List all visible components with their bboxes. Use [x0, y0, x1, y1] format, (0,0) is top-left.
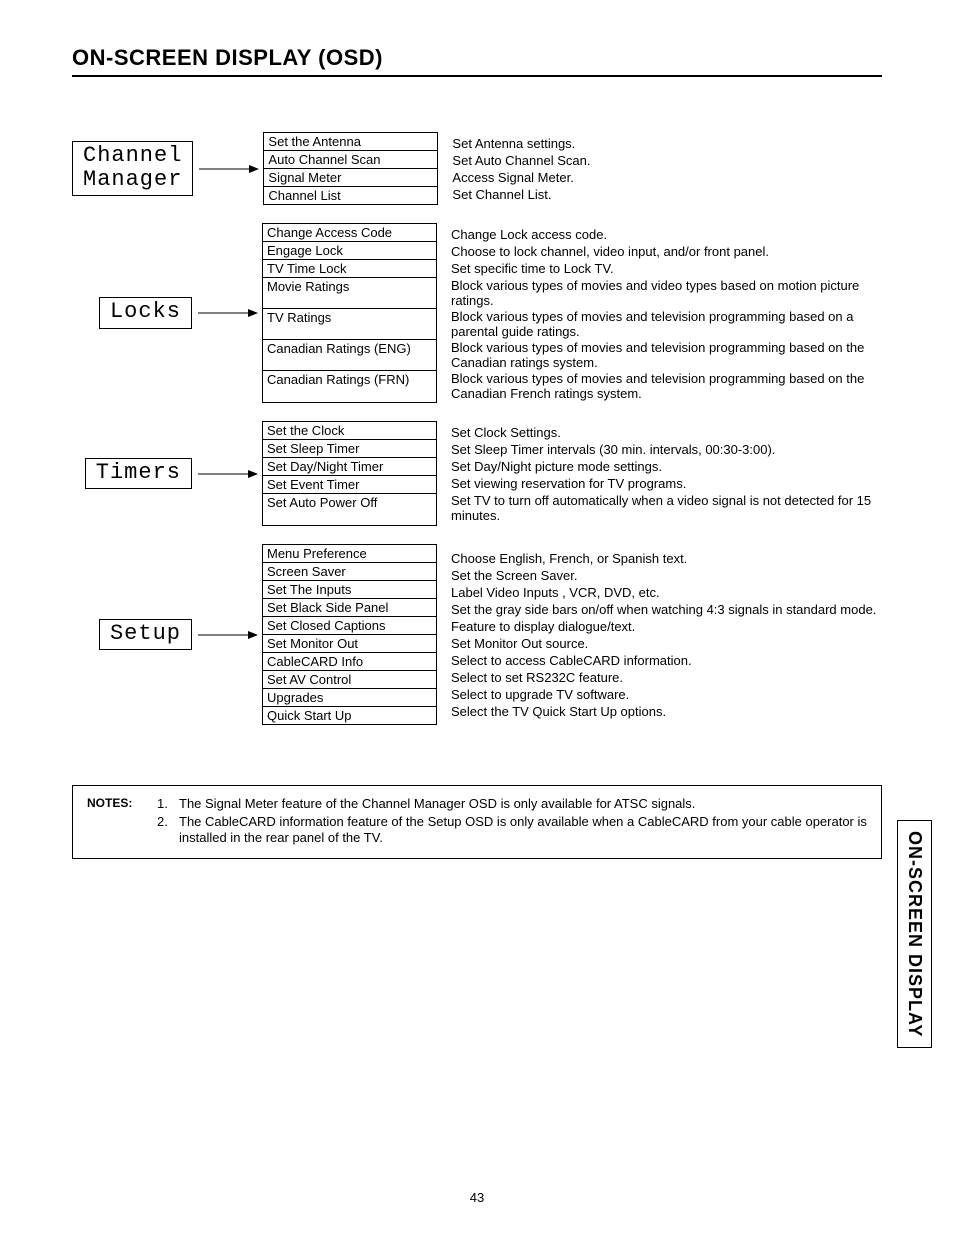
item-row: Channel List: [264, 187, 437, 204]
item-row: Canadian Ratings (FRN): [263, 371, 436, 402]
descriptions: Choose English, French, or Spanish text.…: [437, 550, 882, 720]
item-description: Set viewing reservation for TV programs.: [451, 475, 882, 492]
items-box: Change Access CodeEngage LockTV Time Loc…: [262, 223, 437, 403]
page-number: 43: [0, 1190, 954, 1205]
osd-section: Locks Change Access CodeEngage LockTV Tim…: [72, 223, 882, 403]
category-col: ChannelManager: [72, 141, 193, 195]
item-description: Select to access CableCARD information.: [451, 652, 882, 669]
arrow-icon: [192, 469, 262, 479]
category-col: Locks: [72, 297, 192, 328]
osd-section: ChannelManager Set the AntennaAuto Channe…: [72, 132, 882, 205]
item-description: Set specific time to Lock TV.: [451, 260, 882, 277]
item-description: Feature to display dialogue/text.: [451, 618, 882, 635]
category-box: Timers: [85, 458, 192, 489]
item-row: Set Sleep Timer: [263, 440, 436, 458]
title-rule: [72, 75, 882, 77]
descriptions: Change Lock access code.Choose to lock c…: [437, 226, 882, 401]
category-box: ChannelManager: [72, 141, 193, 195]
notes-box: NOTES: 1.The Signal Meter feature of the…: [72, 785, 882, 859]
item-description: Block various types of movies and video …: [451, 277, 882, 308]
item-description: Set TV to turn off automatically when a …: [451, 492, 882, 523]
item-row: Movie Ratings: [263, 278, 436, 309]
note-number: 1.: [157, 796, 179, 812]
item-row: Set Closed Captions: [263, 617, 436, 635]
item-row: Signal Meter: [264, 169, 437, 187]
item-description: Block various types of movies and televi…: [451, 370, 882, 401]
item-row: Set Black Side Panel: [263, 599, 436, 617]
item-description: Access Signal Meter.: [452, 169, 882, 186]
note-text: The CableCARD information feature of the…: [179, 814, 867, 846]
item-row: Set Day/Night Timer: [263, 458, 436, 476]
items-box: Menu PreferenceScreen SaverSet The Input…: [262, 544, 437, 725]
note-item: 1.The Signal Meter feature of the Channe…: [157, 796, 867, 812]
item-row: Menu Preference: [263, 545, 436, 563]
item-description: Choose to lock channel, video input, and…: [451, 243, 882, 260]
category-col: Timers: [72, 458, 192, 489]
item-description: Set Monitor Out source.: [451, 635, 882, 652]
item-description: Label Video Inputs , VCR, DVD, etc.: [451, 584, 882, 601]
item-row: Engage Lock: [263, 242, 436, 260]
item-description: Set Clock Settings.: [451, 424, 882, 441]
item-row: Screen Saver: [263, 563, 436, 581]
items-box: Set the ClockSet Sleep TimerSet Day/Nigh…: [262, 421, 437, 526]
items-box: Set the AntennaAuto Channel ScanSignal M…: [263, 132, 438, 205]
category-box: Locks: [99, 297, 192, 328]
osd-section: TimersSet the ClockSet Sleep TimerSet Da…: [72, 421, 882, 526]
item-row: Quick Start Up: [263, 707, 436, 724]
descriptions: Set Clock Settings.Set Sleep Timer inter…: [437, 424, 882, 523]
note-item: 2.The CableCARD information feature of t…: [157, 814, 867, 846]
item-description: Block various types of movies and televi…: [451, 308, 882, 339]
item-row: Set Monitor Out: [263, 635, 436, 653]
item-row: Change Access Code: [263, 224, 436, 242]
side-tab: ON-SCREEN DISPLAY: [897, 820, 932, 1048]
item-description: Set Channel List.: [452, 186, 882, 203]
note-number: 2.: [157, 814, 179, 846]
arrow-icon: [192, 630, 262, 640]
item-row: Canadian Ratings (ENG): [263, 340, 436, 371]
item-description: Change Lock access code.: [451, 226, 882, 243]
item-description: Set Sleep Timer intervals (30 min. inter…: [451, 441, 882, 458]
item-row: Auto Channel Scan: [264, 151, 437, 169]
item-description: Set Antenna settings.: [452, 135, 882, 152]
item-description: Select to set RS232C feature.: [451, 669, 882, 686]
descriptions: Set Antenna settings.Set Auto Channel Sc…: [438, 135, 882, 203]
item-row: Set Auto Power Off: [263, 494, 436, 525]
sections-container: ChannelManager Set the AntennaAuto Channe…: [72, 132, 882, 725]
note-text: The Signal Meter feature of the Channel …: [179, 796, 867, 812]
item-row: Set the Antenna: [264, 133, 437, 151]
item-description: Set the Screen Saver.: [451, 567, 882, 584]
arrow-icon: [193, 164, 263, 174]
item-row: Set Event Timer: [263, 476, 436, 494]
item-row: Upgrades: [263, 689, 436, 707]
item-row: TV Ratings: [263, 309, 436, 340]
arrow-icon: [192, 308, 262, 318]
category-col: Setup: [72, 619, 192, 650]
page-title: ON-SCREEN DISPLAY (OSD): [72, 45, 882, 71]
item-row: Set the Clock: [263, 422, 436, 440]
item-description: Select the TV Quick Start Up options.: [451, 703, 882, 720]
item-row: TV Time Lock: [263, 260, 436, 278]
item-row: Set The Inputs: [263, 581, 436, 599]
item-description: Set Auto Channel Scan.: [452, 152, 882, 169]
notes-list: 1.The Signal Meter feature of the Channe…: [157, 796, 867, 848]
item-description: Select to upgrade TV software.: [451, 686, 882, 703]
notes-label: NOTES:: [87, 796, 157, 848]
item-row: Set AV Control: [263, 671, 436, 689]
category-box: Setup: [99, 619, 192, 650]
item-row: CableCARD Info: [263, 653, 436, 671]
item-description: Choose English, French, or Spanish text.: [451, 550, 882, 567]
item-description: Set the gray side bars on/off when watch…: [451, 601, 882, 618]
osd-section: Setup Menu PreferenceScreen SaverSet The …: [72, 544, 882, 725]
item-description: Set Day/Night picture mode settings.: [451, 458, 882, 475]
item-description: Block various types of movies and televi…: [451, 339, 882, 370]
